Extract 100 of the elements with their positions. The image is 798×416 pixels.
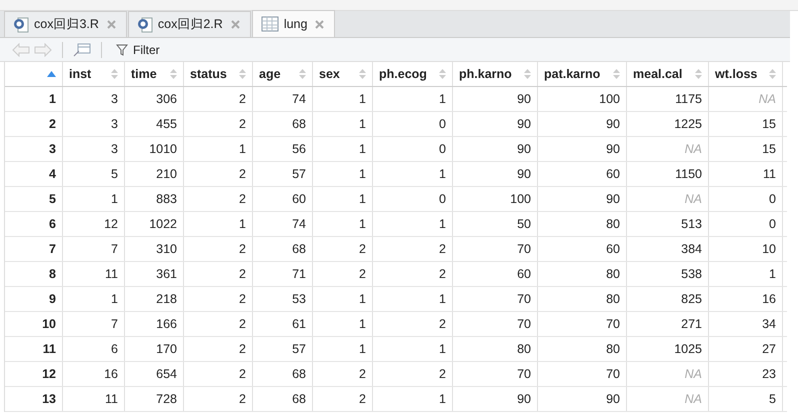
column-header[interactable]: wt.loss [715, 67, 758, 81]
table-cell: 90 [517, 392, 531, 406]
table-cell: 728 [156, 392, 177, 406]
sort-icon[interactable] [170, 69, 177, 79]
sort-icon[interactable] [111, 69, 118, 79]
table-cell: 1 [359, 167, 366, 181]
table-cell: NA [684, 142, 702, 156]
editor-tab[interactable]: cox回归2.R [128, 11, 251, 37]
table-cell: 1 [359, 317, 366, 331]
table-cell: 210 [156, 167, 177, 181]
sort-icon[interactable] [524, 69, 531, 79]
tab-label: cox回归3.R [34, 16, 99, 33]
table-cell: 74 [292, 92, 306, 106]
table-cell: 16 [762, 292, 776, 306]
table-cell: 2 [239, 367, 246, 381]
filter-button[interactable]: Filter [112, 42, 164, 56]
sort-icon[interactable] [439, 69, 446, 79]
column-header[interactable]: ph.ecog [379, 67, 427, 81]
table-cell: 90 [606, 142, 620, 156]
table-cell: 68 [292, 117, 306, 131]
table-cell: 70 [606, 317, 620, 331]
sort-icon[interactable] [239, 69, 246, 79]
table-cell: 1 [439, 392, 446, 406]
sort-icon[interactable] [613, 69, 620, 79]
tab-label: lung [284, 17, 308, 31]
table-cell: 100 [510, 192, 531, 206]
table-cell: 70 [517, 367, 531, 381]
editor-tab[interactable]: lung [252, 10, 336, 37]
table-cell: 70 [606, 367, 620, 381]
row-number: 6 [49, 217, 56, 231]
table-cell: 27 [762, 342, 776, 356]
table-cell: 825 [681, 292, 702, 306]
row-number: 13 [42, 392, 56, 406]
table-cell: 306 [156, 92, 177, 106]
sort-icon[interactable] [299, 69, 306, 79]
table-cell: 50 [517, 217, 531, 231]
row-number: 3 [49, 142, 56, 156]
column-header[interactable]: ph.karno [459, 67, 512, 81]
table-icon [260, 16, 279, 32]
table-cell: 7 [111, 242, 118, 256]
table-cell: 455 [156, 117, 177, 131]
sort-icon[interactable] [695, 69, 702, 79]
table-cell: 1 [359, 92, 366, 106]
table-cell: 90 [606, 192, 620, 206]
table-cell: 1 [111, 292, 118, 306]
sort-icon[interactable] [359, 69, 366, 79]
sort-up-icon[interactable] [47, 71, 56, 77]
table-cell: 1 [359, 142, 366, 156]
table-cell: 2 [239, 192, 246, 206]
column-header[interactable]: meal.cal [633, 67, 682, 81]
table-cell: 1 [359, 117, 366, 131]
table-cell: 2 [359, 392, 366, 406]
table-cell: 1 [359, 342, 366, 356]
table-cell: 90 [606, 117, 620, 131]
table-cell: 2 [239, 117, 246, 131]
table-cell: 2 [239, 167, 246, 181]
table-cell: 2 [239, 392, 246, 406]
column-header[interactable]: time [131, 67, 157, 81]
close-icon[interactable] [315, 20, 324, 28]
table-cell: 57 [292, 342, 306, 356]
table-cell: 654 [156, 367, 177, 381]
row-number: 11 [42, 342, 56, 356]
forward-icon[interactable] [34, 42, 52, 56]
close-icon[interactable] [230, 20, 240, 29]
column-header[interactable]: status [190, 67, 227, 81]
row-number: 1 [49, 92, 56, 106]
table-cell: 1 [111, 192, 118, 206]
table-cell: 166 [156, 317, 177, 331]
close-icon[interactable] [106, 20, 116, 29]
row-number: 7 [49, 242, 56, 256]
table-cell: 2 [359, 267, 366, 281]
table-cell: 90 [517, 117, 531, 131]
column-header[interactable]: sex [319, 67, 340, 81]
sort-icon[interactable] [769, 69, 776, 79]
table-cell: 6 [111, 342, 118, 356]
column-header[interactable]: pat.karno [544, 67, 600, 81]
table-cell: 70 [517, 292, 531, 306]
table-cell: 1 [239, 142, 246, 156]
table-cell: 70 [517, 242, 531, 256]
back-icon[interactable] [12, 42, 30, 56]
table-cell: 80 [606, 292, 620, 306]
popout-icon[interactable] [73, 42, 91, 56]
table-cell: 2 [239, 317, 246, 331]
table-cell: 3 [111, 142, 118, 156]
table-cell: 218 [156, 292, 177, 306]
table-cell: 90 [606, 392, 620, 406]
column-header[interactable]: age [259, 67, 281, 81]
table-cell: 2 [239, 92, 246, 106]
table-cell: 61 [292, 317, 306, 331]
r-file-icon [13, 16, 29, 32]
row-number: 9 [49, 292, 56, 306]
filter-icon [116, 44, 128, 56]
table-cell: 1 [439, 92, 446, 106]
table-cell: 74 [292, 217, 306, 231]
editor-tab[interactable]: cox回归3.R [4, 11, 127, 37]
table-cell: 2 [439, 267, 446, 281]
column-header[interactable]: inst [69, 67, 92, 81]
table-cell: 2 [239, 267, 246, 281]
table-cell: 5 [111, 167, 118, 181]
table-cell: 11 [763, 167, 776, 181]
